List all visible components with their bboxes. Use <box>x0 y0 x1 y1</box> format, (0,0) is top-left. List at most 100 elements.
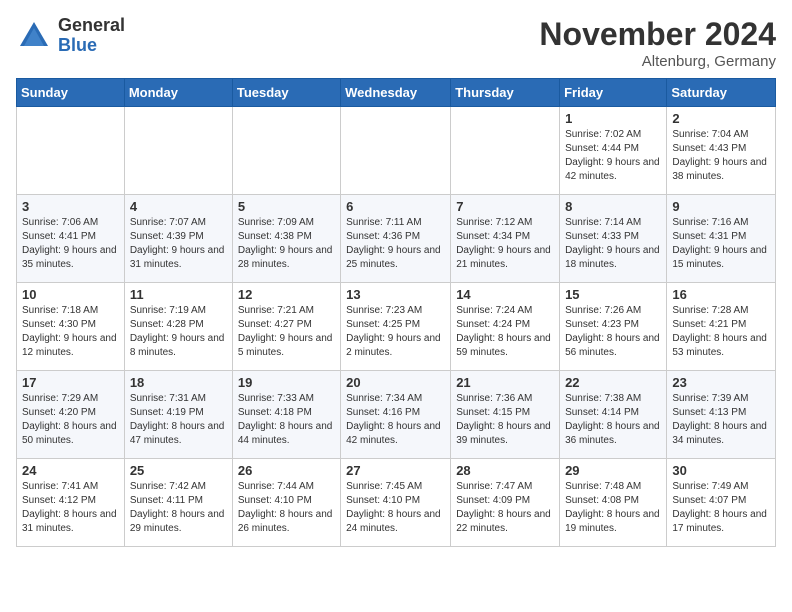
weekday-header: Thursday <box>451 79 560 107</box>
calendar-cell: 14 Sunrise: 7:24 AM Sunset: 4:24 PM Dayli… <box>451 283 560 371</box>
calendar-cell: 4Sunrise: 7:07 AM Sunset: 4:39 PM Daylig… <box>124 195 232 283</box>
day-info: Sunrise: 7:14 AM Sunset: 4:33 PM Dayligh… <box>565 216 661 272</box>
day-number: 22 <box>565 375 661 390</box>
logo-blue: Blue <box>58 36 125 56</box>
weekday-header: Friday <box>560 79 667 107</box>
calendar-cell: 21Sunrise: 7:36 AM Sunset: 4:15 PM Dayli… <box>451 371 560 459</box>
day-info: Sunrise: 7:26 AM Sunset: 4:23 PM Dayligh… <box>565 304 661 360</box>
day-info: Sunrise: 7:45 AM Sunset: 4:10 PM Dayligh… <box>346 480 445 536</box>
weekday-header-row: SundayMondayTuesdayWednesdayThursdayFrid… <box>17 79 776 107</box>
day-number: 12 <box>238 287 335 302</box>
calendar-cell: 13 Sunrise: 7:23 AM Sunset: 4:25 PM Dayli… <box>341 283 451 371</box>
calendar-cell: 25Sunrise: 7:42 AM Sunset: 4:11 PM Dayli… <box>124 459 232 547</box>
calendar-cell: 23 Sunrise: 7:39 AM Sunset: 4:13 PM Dayli… <box>667 371 776 459</box>
page-header: General Blue November 2024 Altenburg, Ge… <box>16 16 776 70</box>
calendar-cell: 29Sunrise: 7:48 AM Sunset: 4:08 PM Dayli… <box>560 459 667 547</box>
day-number: 24 <box>22 463 119 478</box>
day-number: 27 <box>346 463 445 478</box>
calendar-cell: 30Sunrise: 7:49 AM Sunset: 4:07 PM Dayli… <box>667 459 776 547</box>
day-number: 14 <box>456 287 554 302</box>
day-number: 5 <box>238 199 335 214</box>
day-info: Sunrise: 7:12 AM Sunset: 4:34 PM Dayligh… <box>456 216 554 272</box>
calendar-cell <box>124 107 232 195</box>
day-info: Sunrise: 7:11 AM Sunset: 4:36 PM Dayligh… <box>346 216 445 272</box>
calendar-cell: 2 Sunrise: 7:04 AM Sunset: 4:43 PM Daylig… <box>667 107 776 195</box>
calendar-cell <box>17 107 125 195</box>
day-info: Sunrise: 7:42 AM Sunset: 4:11 PM Dayligh… <box>130 480 227 536</box>
day-info: Sunrise: 7:44 AM Sunset: 4:10 PM Dayligh… <box>238 480 335 536</box>
day-info: Sunrise: 7:39 AM Sunset: 4:13 PM Dayligh… <box>672 392 770 448</box>
day-info: Sunrise: 7:06 AM Sunset: 4:41 PM Dayligh… <box>22 216 119 272</box>
title-block: November 2024 Altenburg, Germany <box>539 16 776 70</box>
day-info: Sunrise: 7:21 AM Sunset: 4:27 PM Dayligh… <box>238 304 335 360</box>
day-number: 8 <box>565 199 661 214</box>
day-number: 4 <box>130 199 227 214</box>
day-number: 6 <box>346 199 445 214</box>
weekday-header: Tuesday <box>232 79 340 107</box>
calendar-cell <box>341 107 451 195</box>
day-number: 28 <box>456 463 554 478</box>
day-number: 3 <box>22 199 119 214</box>
calendar-cell: 24 Sunrise: 7:41 AM Sunset: 4:12 PM Dayli… <box>17 459 125 547</box>
calendar-cell: 18 Sunrise: 7:31 AM Sunset: 4:19 PM Dayli… <box>124 371 232 459</box>
day-info: Sunrise: 7:28 AM Sunset: 4:21 PM Dayligh… <box>672 304 770 360</box>
day-number: 18 <box>130 375 227 390</box>
day-info: Sunrise: 7:18 AM Sunset: 4:30 PM Dayligh… <box>22 304 119 360</box>
calendar-table: SundayMondayTuesdayWednesdayThursdayFrid… <box>16 78 776 547</box>
calendar-cell <box>232 107 340 195</box>
location: Altenburg, Germany <box>539 53 776 70</box>
calendar-cell: 3 Sunrise: 7:06 AM Sunset: 4:41 PM Daylig… <box>17 195 125 283</box>
calendar-cell: 5 Sunrise: 7:09 AM Sunset: 4:38 PM Daylig… <box>232 195 340 283</box>
day-number: 13 <box>346 287 445 302</box>
calendar-cell: 20Sunrise: 7:34 AM Sunset: 4:16 PM Dayli… <box>341 371 451 459</box>
day-number: 20 <box>346 375 445 390</box>
weekday-header: Saturday <box>667 79 776 107</box>
day-info: Sunrise: 7:31 AM Sunset: 4:19 PM Dayligh… <box>130 392 227 448</box>
logo-text: General Blue <box>58 16 125 56</box>
calendar-week-row: 1 Sunrise: 7:02 AM Sunset: 4:44 PM Daylig… <box>17 107 776 195</box>
calendar-week-row: 3 Sunrise: 7:06 AM Sunset: 4:41 PM Daylig… <box>17 195 776 283</box>
calendar-cell: 17Sunrise: 7:29 AM Sunset: 4:20 PM Dayli… <box>17 371 125 459</box>
day-info: Sunrise: 7:23 AM Sunset: 4:25 PM Dayligh… <box>346 304 445 360</box>
calendar-cell: 10 Sunrise: 7:18 AM Sunset: 4:30 PM Dayli… <box>17 283 125 371</box>
day-info: Sunrise: 7:49 AM Sunset: 4:07 PM Dayligh… <box>672 480 770 536</box>
day-number: 19 <box>238 375 335 390</box>
calendar-cell: 11Sunrise: 7:19 AM Sunset: 4:28 PM Dayli… <box>124 283 232 371</box>
calendar-cell: 6 Sunrise: 7:11 AM Sunset: 4:36 PM Daylig… <box>341 195 451 283</box>
weekday-header: Monday <box>124 79 232 107</box>
weekday-header: Sunday <box>17 79 125 107</box>
calendar-cell: 28 Sunrise: 7:47 AM Sunset: 4:09 PM Dayli… <box>451 459 560 547</box>
day-info: Sunrise: 7:04 AM Sunset: 4:43 PM Dayligh… <box>672 128 770 184</box>
calendar-cell: 26 Sunrise: 7:44 AM Sunset: 4:10 PM Dayli… <box>232 459 340 547</box>
calendar-cell: 27 Sunrise: 7:45 AM Sunset: 4:10 PM Dayli… <box>341 459 451 547</box>
day-info: Sunrise: 7:24 AM Sunset: 4:24 PM Dayligh… <box>456 304 554 360</box>
calendar-cell: 15 Sunrise: 7:26 AM Sunset: 4:23 PM Dayli… <box>560 283 667 371</box>
day-info: Sunrise: 7:16 AM Sunset: 4:31 PM Dayligh… <box>672 216 770 272</box>
day-number: 9 <box>672 199 770 214</box>
day-number: 2 <box>672 111 770 126</box>
day-info: Sunrise: 7:33 AM Sunset: 4:18 PM Dayligh… <box>238 392 335 448</box>
logo-general: General <box>58 16 125 36</box>
day-number: 1 <box>565 111 661 126</box>
day-info: Sunrise: 7:47 AM Sunset: 4:09 PM Dayligh… <box>456 480 554 536</box>
day-number: 11 <box>130 287 227 302</box>
day-info: Sunrise: 7:41 AM Sunset: 4:12 PM Dayligh… <box>22 480 119 536</box>
day-number: 23 <box>672 375 770 390</box>
calendar-cell: 12 Sunrise: 7:21 AM Sunset: 4:27 PM Dayli… <box>232 283 340 371</box>
day-info: Sunrise: 7:09 AM Sunset: 4:38 PM Dayligh… <box>238 216 335 272</box>
calendar-cell: 1 Sunrise: 7:02 AM Sunset: 4:44 PM Daylig… <box>560 107 667 195</box>
day-number: 21 <box>456 375 554 390</box>
month-title: November 2024 <box>539 16 776 53</box>
calendar-cell: 22Sunrise: 7:38 AM Sunset: 4:14 PM Dayli… <box>560 371 667 459</box>
day-number: 15 <box>565 287 661 302</box>
day-number: 7 <box>456 199 554 214</box>
day-number: 29 <box>565 463 661 478</box>
calendar-cell: 7 Sunrise: 7:12 AM Sunset: 4:34 PM Daylig… <box>451 195 560 283</box>
calendar-week-row: 24 Sunrise: 7:41 AM Sunset: 4:12 PM Dayli… <box>17 459 776 547</box>
day-number: 26 <box>238 463 335 478</box>
calendar-cell: 19 Sunrise: 7:33 AM Sunset: 4:18 PM Dayli… <box>232 371 340 459</box>
day-number: 10 <box>22 287 119 302</box>
calendar-cell: 9 Sunrise: 7:16 AM Sunset: 4:31 PM Daylig… <box>667 195 776 283</box>
calendar-cell: 8 Sunrise: 7:14 AM Sunset: 4:33 PM Daylig… <box>560 195 667 283</box>
day-info: Sunrise: 7:02 AM Sunset: 4:44 PM Dayligh… <box>565 128 661 184</box>
